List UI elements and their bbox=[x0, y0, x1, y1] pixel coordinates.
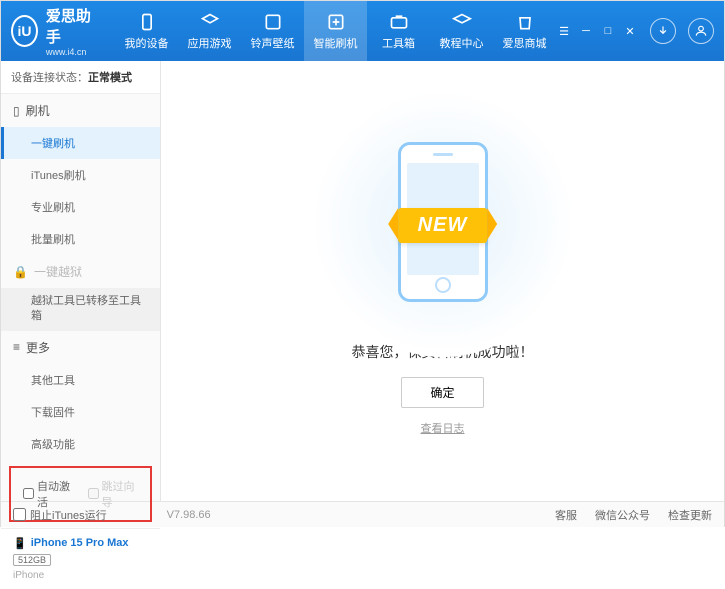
ok-button[interactable]: 确定 bbox=[401, 377, 483, 408]
app-name: 爱思助手 bbox=[46, 5, 95, 47]
sidebar-item-download-firmware[interactable]: 下载固件 bbox=[1, 396, 160, 428]
app-url: www.i4.cn bbox=[46, 47, 95, 57]
app-header: iU 爱思助手 www.i4.cn 我的设备 应用游戏 铃声壁纸 智能刷机 工具… bbox=[1, 1, 724, 61]
main-content: NEW 恭喜您，保资料刷机成功啦！ 确定 查看日志 bbox=[161, 61, 724, 501]
sidebar-item-itunes-flash[interactable]: iTunes刷机 bbox=[1, 159, 160, 191]
view-log-link[interactable]: 查看日志 bbox=[421, 420, 465, 436]
user-icon[interactable] bbox=[688, 18, 714, 44]
jailbreak-moved-note[interactable]: 越狱工具已转移至工具箱 bbox=[1, 288, 160, 331]
device-storage: 512GB bbox=[13, 554, 51, 566]
device-type: iPhone bbox=[13, 570, 148, 581]
sidebar-item-oneclick-flash[interactable]: 一键刷机 bbox=[1, 127, 160, 159]
sidebar-item-other-tools[interactable]: 其他工具 bbox=[1, 364, 160, 396]
skip-guide-checkbox[interactable]: 跳过向导 bbox=[88, 478, 139, 510]
nav-my-device[interactable]: 我的设备 bbox=[115, 1, 178, 61]
logo: iU 爱思助手 www.i4.cn bbox=[11, 5, 95, 57]
footer-wechat[interactable]: 微信公众号 bbox=[595, 507, 650, 523]
device-name[interactable]: 📱iPhone 15 Pro Max bbox=[13, 537, 148, 550]
download-icon[interactable] bbox=[650, 18, 676, 44]
nav-toolbox[interactable]: 工具箱 bbox=[367, 1, 430, 61]
section-more[interactable]: ≡更多 bbox=[1, 331, 160, 364]
nav-smart-flash[interactable]: 智能刷机 bbox=[304, 1, 367, 61]
main-nav: 我的设备 应用游戏 铃声壁纸 智能刷机 工具箱 教程中心 爱思商城 bbox=[115, 1, 556, 61]
sidebar-item-batch-flash[interactable]: 批量刷机 bbox=[1, 223, 160, 255]
phone-icon: 📱 bbox=[13, 537, 27, 550]
window-controls: ☰ ─ □ ✕ bbox=[556, 18, 714, 44]
maximize-icon[interactable]: □ bbox=[600, 23, 616, 39]
block-itunes-checkbox[interactable]: 阻止iTunes运行 bbox=[13, 507, 107, 523]
footer-support[interactable]: 客服 bbox=[555, 507, 577, 523]
close-icon[interactable]: ✕ bbox=[622, 23, 638, 39]
sidebar-item-pro-flash[interactable]: 专业刷机 bbox=[1, 191, 160, 223]
section-flash[interactable]: ▯刷机 bbox=[1, 94, 160, 127]
auto-activate-checkbox[interactable]: 自动激活 bbox=[23, 478, 74, 510]
nav-tutorials[interactable]: 教程中心 bbox=[430, 1, 493, 61]
menu-icon[interactable]: ☰ bbox=[556, 23, 572, 39]
device-status: 设备连接状态：正常模式 bbox=[1, 61, 160, 94]
sidebar: 设备连接状态：正常模式 ▯刷机 一键刷机 iTunes刷机 专业刷机 批量刷机 … bbox=[1, 61, 161, 501]
sidebar-item-advanced[interactable]: 高级功能 bbox=[1, 428, 160, 460]
new-badge: NEW bbox=[398, 208, 488, 243]
phone-icon: ▯ bbox=[13, 104, 20, 118]
nav-apps-games[interactable]: 应用游戏 bbox=[178, 1, 241, 61]
version-label: V7.98.66 bbox=[167, 509, 211, 521]
success-illustration: NEW bbox=[353, 127, 533, 317]
nav-store[interactable]: 爱思商城 bbox=[493, 1, 556, 61]
device-info: 📱iPhone 15 Pro Max 512GB iPhone bbox=[1, 528, 160, 589]
minimize-icon[interactable]: ─ bbox=[578, 23, 594, 39]
lock-icon: 🔒 bbox=[13, 265, 28, 279]
logo-icon: iU bbox=[11, 15, 38, 47]
more-icon: ≡ bbox=[13, 340, 20, 354]
footer-check-update[interactable]: 检查更新 bbox=[668, 507, 712, 523]
section-jailbreak: 🔒一键越狱 bbox=[1, 255, 160, 288]
nav-ringtones[interactable]: 铃声壁纸 bbox=[241, 1, 304, 61]
